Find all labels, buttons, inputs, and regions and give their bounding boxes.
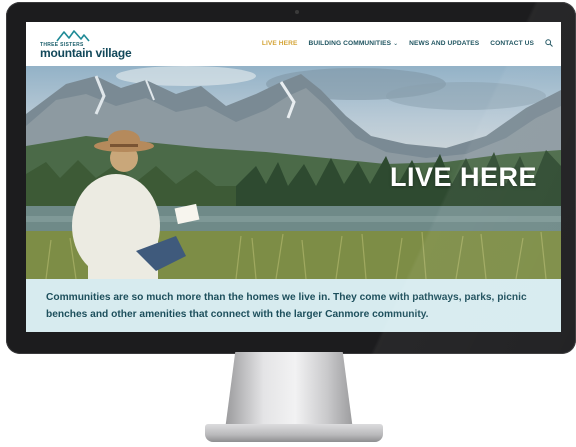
mountains-logo-icon bbox=[56, 30, 90, 42]
site-logo[interactable]: THREE SISTERS mountain village bbox=[40, 30, 160, 60]
intro-section: Communities are so much more than the ho… bbox=[26, 279, 561, 332]
nav-item-building-communities-wrap[interactable]: BUILDING COMMUNITIES ⌄ bbox=[309, 40, 399, 47]
hero-title: LIVE HERE bbox=[389, 162, 537, 192]
main-nav: LIVE HERE BUILDING COMMUNITIES ⌄ NEWS AN… bbox=[262, 39, 553, 47]
screen: THREE SISTERS mountain village LIVE HERE… bbox=[26, 22, 561, 332]
intro-text: Communities are so much more than the ho… bbox=[46, 292, 527, 320]
nav-item-live-here[interactable]: LIVE HERE bbox=[262, 40, 298, 47]
apple-logo-icon bbox=[285, 334, 299, 348]
hero-banner: LIVE HERE bbox=[26, 66, 561, 279]
monitor-stand bbox=[225, 352, 353, 430]
camera bbox=[295, 10, 299, 14]
nav-item-building-communities[interactable]: BUILDING COMMUNITIES bbox=[309, 40, 392, 47]
chevron-down-icon[interactable]: ⌄ bbox=[393, 40, 398, 47]
monitor-stand-base bbox=[205, 424, 383, 442]
search-icon[interactable] bbox=[545, 39, 553, 47]
nav-item-news-and-updates[interactable]: NEWS AND UPDATES bbox=[409, 40, 479, 47]
logo-wordmark: mountain village bbox=[40, 46, 132, 60]
nav-item-contact-us[interactable]: CONTACT US bbox=[490, 40, 534, 47]
site-header: THREE SISTERS mountain village LIVE HERE… bbox=[26, 22, 561, 66]
monitor: THREE SISTERS mountain village LIVE HERE… bbox=[6, 2, 576, 354]
